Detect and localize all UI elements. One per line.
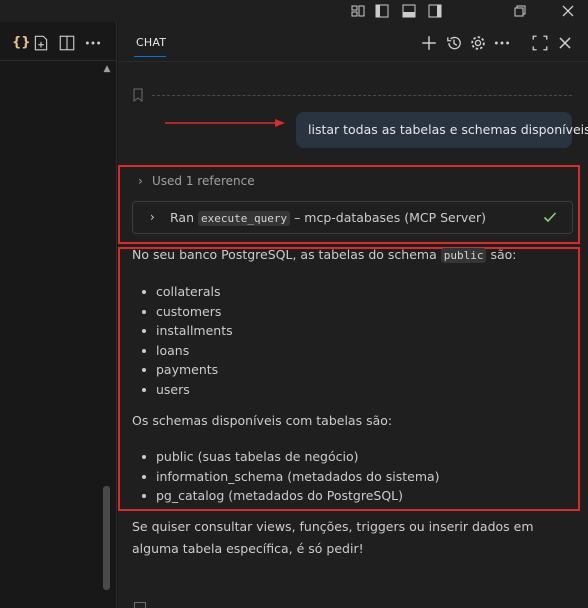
list-item: information_schema (metadados do sistema… xyxy=(132,467,572,487)
annotation-arrow-icon xyxy=(165,119,285,127)
list-item: payments xyxy=(132,360,572,380)
close-icon[interactable] xyxy=(556,34,574,52)
user-message: listar todas as tabelas e schemas dispon… xyxy=(296,112,588,148)
tool-call-card[interactable]: › Ran execute_query – mcp-databases (MCP… xyxy=(132,201,573,234)
check-icon xyxy=(543,212,557,223)
list-item: collaterals xyxy=(132,282,572,302)
chat-header: CHAT xyxy=(118,22,588,62)
tool-name: execute_query xyxy=(197,211,291,226)
history-icon[interactable] xyxy=(445,34,463,52)
used-references-toggle[interactable]: › Used 1 reference xyxy=(138,174,255,188)
more-actions-icon[interactable] xyxy=(84,34,102,52)
left-editor-panel: {} ▲ xyxy=(0,22,117,608)
toggle-primary-sidebar-icon[interactable] xyxy=(374,3,390,19)
chevron-right-icon: › xyxy=(150,210,155,224)
bookmark-icon[interactable] xyxy=(132,88,144,102)
intro-text: No seu banco PostgreSQL, as tabelas do s… xyxy=(132,247,437,262)
active-tab-indicator xyxy=(134,56,166,57)
left-toolbar: {} xyxy=(0,32,117,56)
list-item: pg_catalog (metadados do PostgreSQL) xyxy=(132,486,572,506)
toggle-panel-icon[interactable] xyxy=(401,3,417,19)
maximize-icon[interactable] xyxy=(531,34,549,52)
tool-prefix: Ran xyxy=(170,210,194,225)
tables-list: collaterals customers installments loans… xyxy=(132,282,572,400)
close-window-icon[interactable] xyxy=(560,3,576,19)
schemas-intro: Os schemas disponíveis com tabelas são: xyxy=(132,413,393,428)
list-item: customers xyxy=(132,302,572,322)
divider xyxy=(0,60,117,61)
chevron-right-icon: › xyxy=(138,174,143,188)
more-actions-icon[interactable] xyxy=(493,34,511,52)
toggle-secondary-sidebar-icon[interactable] xyxy=(427,3,443,19)
list-item: loans xyxy=(132,341,572,361)
settings-icon[interactable] xyxy=(469,34,487,52)
reference-label: Used 1 reference xyxy=(152,174,255,188)
bookmark-icon[interactable] xyxy=(134,602,146,608)
list-item: installments xyxy=(132,321,572,341)
chat-panel: CHAT listar todas as tabelas e schemas d… xyxy=(118,22,588,608)
new-chat-icon[interactable] xyxy=(420,34,438,52)
scroll-up-arrow-icon[interactable]: ▲ xyxy=(102,64,112,74)
title-bar xyxy=(0,0,588,22)
tool-suffix: – mcp-databases (MCP Server) xyxy=(294,210,486,225)
layout-icon[interactable] xyxy=(350,3,366,19)
intro-text-end: são: xyxy=(490,247,517,262)
dashed-divider xyxy=(152,95,572,96)
schema-code: public xyxy=(440,248,487,263)
scrollbar-thumb[interactable] xyxy=(103,486,110,590)
turn-separator xyxy=(132,88,576,102)
tool-call-text: Ran execute_query – mcp-databases (MCP S… xyxy=(170,210,486,226)
new-file-icon[interactable] xyxy=(32,34,50,52)
braces-icon[interactable]: {} xyxy=(12,34,31,52)
restore-window-icon[interactable] xyxy=(512,3,528,19)
response-intro: No seu banco PostgreSQL, as tabelas do s… xyxy=(132,246,572,265)
list-item: users xyxy=(132,380,572,400)
schemas-list: public (suas tabelas de negócio) informa… xyxy=(132,447,572,506)
closing-text: Se quiser consultar views, funções, trig… xyxy=(132,519,534,556)
tab-chat[interactable]: CHAT xyxy=(136,36,166,49)
split-editor-icon[interactable] xyxy=(58,34,76,52)
list-item: public (suas tabelas de negócio) xyxy=(132,447,572,467)
